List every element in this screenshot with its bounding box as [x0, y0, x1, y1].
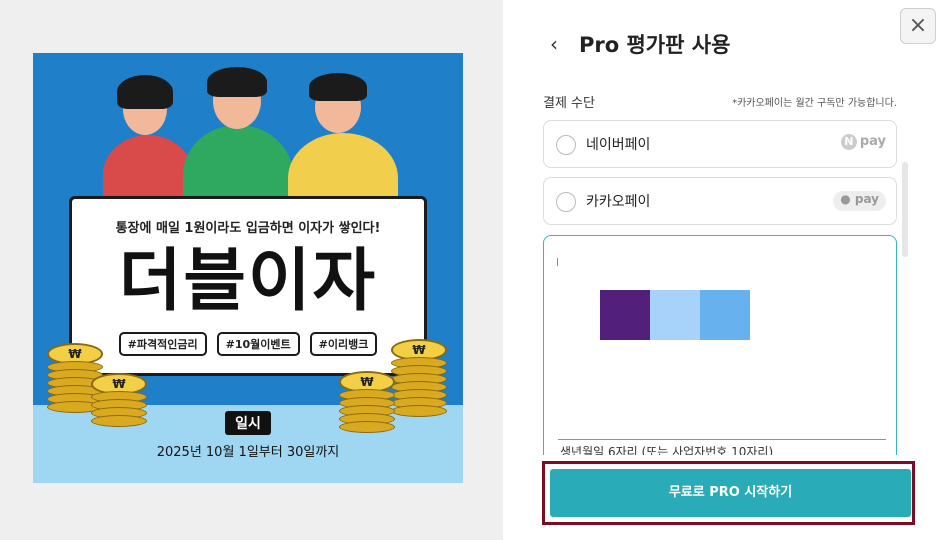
person-hair: [309, 73, 367, 101]
event-period: 일시 2025년 10월 1일부터 30일까지: [33, 411, 463, 460]
checkout-pane: × ‹ Pro 평가판 사용 결제 수단 *카카오페이는 월간 구독만 가능합니…: [503, 0, 949, 540]
promo-poster-image: 통장에 매일 1원이라도 입금하면 이자가 쌓인다! 더블이자 #파격적인금리 …: [33, 53, 463, 483]
poster-headline: 더블이자: [118, 242, 378, 321]
poster-tag: #10월이벤트: [216, 332, 300, 356]
scrollbar[interactable]: [902, 162, 908, 257]
payment-option-label: 네이버페이: [586, 137, 651, 153]
kakao-pay-logo-icon: ● pay: [833, 191, 886, 211]
poster-tags: #파격적인금리 #10월이벤트 #이리뱅크: [72, 332, 424, 356]
color-swatch: [650, 290, 700, 340]
poster-card: 통장에 매일 1원이라도 입금하면 이자가 쌓인다! 더블이자 #파격적인금리 …: [69, 196, 427, 376]
poster-subtitle: 통장에 매일 1원이라도 입금하면 이자가 쌓인다!: [115, 221, 381, 236]
period-dates: 2025년 10월 1일부터 30일까지: [156, 445, 340, 460]
page-title: Pro 평가판 사용: [579, 33, 731, 57]
person-hair: [207, 67, 267, 97]
text-cursor: [557, 258, 558, 266]
poster-tag: #이리뱅크: [309, 332, 378, 356]
payment-note: *카카오페이는 월간 구독만 가능합니다.: [732, 98, 897, 109]
payment-option-kakaopay[interactable]: 카카오페이 ● pay: [543, 177, 897, 225]
birthdate-input[interactable]: 생년월일 6자리 (또는 사업자번호 10자리): [560, 443, 773, 455]
start-pro-free-button[interactable]: 무료로 PRO 시작하기: [550, 469, 911, 517]
naver-pay-logo-icon: Npay: [840, 134, 886, 154]
card-details-panel: 생년월일 6자리 (또는 사업자번호 10자리): [543, 235, 897, 455]
close-icon[interactable]: ×: [900, 8, 936, 44]
radio-button[interactable]: [556, 192, 576, 212]
birthdate-field-underline: [558, 439, 886, 440]
poster-tag: #파격적인금리: [118, 332, 207, 356]
payment-option-label: 카카오페이: [586, 194, 651, 210]
preview-pane: 통장에 매일 1원이라도 입금하면 이자가 쌓인다! 더블이자 #파격적인금리 …: [0, 0, 503, 540]
radio-button[interactable]: [556, 135, 576, 155]
payment-option-naverpay[interactable]: 네이버페이 Npay: [543, 120, 897, 168]
back-arrow-icon[interactable]: ‹: [550, 32, 558, 56]
cta-highlight: 무료로 PRO 시작하기: [542, 461, 915, 525]
person-hair: [117, 75, 173, 109]
payment-method-label: 결제 수단: [543, 96, 595, 111]
period-badge: 일시: [225, 411, 271, 435]
color-swatch: [700, 290, 750, 340]
color-swatch: [600, 290, 650, 340]
coin-stack-right-back: ₩: [391, 339, 447, 417]
